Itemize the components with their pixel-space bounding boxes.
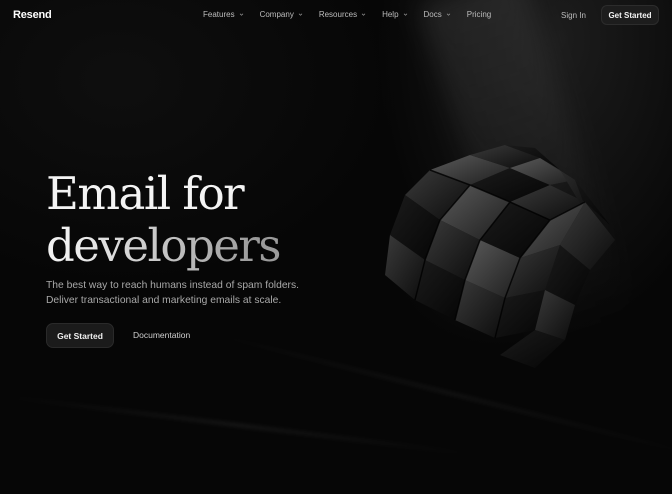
sign-in-link[interactable]: Sign In	[561, 11, 586, 20]
chevron-down-icon	[403, 13, 407, 16]
chevron-down-icon	[298, 13, 303, 16]
rubiks-cube-illustration	[365, 145, 630, 370]
nav-item-pricing[interactable]: Pricing	[467, 10, 491, 19]
nav-item-label: Docs	[423, 10, 442, 19]
nav-item-help[interactable]: Help	[382, 10, 407, 19]
hero-title-line1: Email for	[46, 167, 245, 220]
chevron-down-icon	[361, 13, 366, 16]
documentation-link[interactable]: Documentation	[133, 330, 190, 340]
top-navigation: Resend Features Company Resources Help D…	[0, 0, 672, 31]
hero-title: Email for developers	[46, 167, 282, 272]
nav-item-label: Pricing	[466, 10, 492, 19]
nav-item-label: Resources	[318, 10, 358, 19]
hero-subtitle-line2: Deliver transactional and marketing emai…	[46, 294, 282, 306]
nav-item-label: Help	[382, 10, 399, 19]
nav-item-label: Company	[259, 10, 294, 19]
chevron-down-icon	[446, 13, 451, 16]
main-menu: Features Company Resources Help Docs Pri…	[203, 10, 507, 19]
hero-get-started-button[interactable]: Get Started	[46, 323, 114, 348]
hero-subtitle: The best way to reach humans instead of …	[46, 279, 306, 308]
light-streak	[0, 395, 477, 456]
hero-subtitle-line1: The best way to reach humans instead of …	[46, 280, 299, 291]
hero-title-line2: developers	[46, 219, 282, 272]
nav-item-resources[interactable]: Resources	[319, 10, 366, 19]
resend-logo[interactable]: Resend	[13, 9, 52, 21]
nav-item-company[interactable]: Company	[260, 10, 303, 19]
nav-item-docs[interactable]: Docs	[424, 10, 451, 19]
chevron-down-icon	[239, 13, 243, 16]
nav-get-started-button[interactable]: Get Started	[601, 5, 659, 25]
nav-item-label: Features	[203, 10, 235, 19]
landing-page: Resend Features Company Resources Help D…	[0, 0, 672, 494]
nav-item-features[interactable]: Features	[203, 10, 244, 19]
